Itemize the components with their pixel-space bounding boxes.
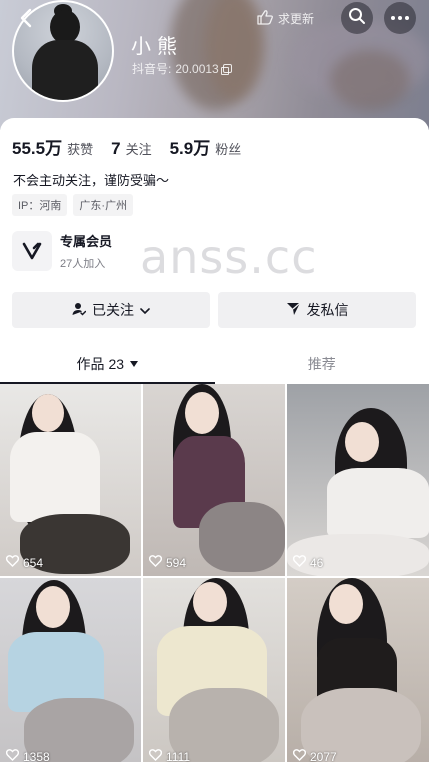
bio-signature: 不会主动关注，谨防受骗～	[13, 173, 170, 188]
like-count: 654	[5, 555, 44, 570]
tab-works[interactable]: 作品 23	[0, 344, 215, 384]
like-count: 46	[292, 555, 324, 570]
video-thumbnail[interactable]: 2077	[287, 578, 429, 762]
more-button[interactable]	[384, 2, 416, 34]
user-check-icon	[72, 302, 87, 319]
followed-button[interactable]: 已关注	[12, 292, 210, 328]
heart-icon	[292, 555, 307, 570]
chevron-left-icon	[19, 8, 33, 33]
like-count: 2077	[292, 749, 337, 762]
like-count: 1111	[148, 749, 191, 762]
watermark-text: anss.cc	[140, 230, 318, 284]
stat-value: 5.9万	[169, 139, 211, 158]
stat-label: 获赞	[67, 142, 94, 157]
like-count-value: 2077	[310, 749, 337, 762]
ip-location-tag: IP：河南	[12, 194, 68, 216]
stat-value: 7	[111, 139, 121, 158]
stat-followers[interactable]: 5.9万 粉丝	[170, 134, 242, 159]
heart-icon	[148, 555, 163, 570]
like-count-value: 46	[310, 555, 324, 570]
douyin-id-value: 20.0013	[175, 61, 219, 76]
content-tabs: 作品 23 推荐	[0, 344, 429, 384]
membership-v-icon	[12, 231, 52, 271]
like-count: 1358	[5, 749, 50, 762]
video-thumbnail[interactable]: 1111	[143, 578, 285, 762]
like-count: 594	[148, 555, 187, 570]
request-update-button[interactable]: 求更新	[246, 5, 324, 31]
video-thumbnail[interactable]: 594	[143, 384, 285, 576]
send-message-button[interactable]: 发私信	[218, 292, 416, 328]
heart-icon	[292, 749, 307, 762]
stats-row: 55.5万 获赞 7 关注 5.9万 粉丝	[12, 134, 259, 159]
paper-plane-icon	[286, 302, 301, 319]
send-message-label: 发私信	[306, 302, 349, 318]
request-update-label: 求更新	[278, 11, 315, 26]
caret-down-icon	[130, 361, 139, 367]
douyin-id-label: 抖音号:	[132, 62, 172, 76]
thumb-hand-icon	[256, 9, 274, 28]
video-thumbnail[interactable]: 46	[287, 384, 429, 576]
more-dots-icon	[391, 16, 409, 20]
chevron-down-icon	[140, 302, 150, 318]
exclusive-membership[interactable]: 专属会员 27人加入	[12, 231, 112, 271]
like-count-value: 1358	[23, 749, 50, 762]
heart-icon	[5, 749, 20, 762]
stat-value: 55.5万	[12, 139, 63, 158]
search-icon	[348, 7, 366, 30]
heart-icon	[148, 749, 163, 762]
heart-icon	[5, 555, 20, 570]
back-button[interactable]	[12, 6, 40, 34]
stat-following[interactable]: 7 关注	[111, 139, 151, 159]
action-buttons: 已关注 发私信	[12, 292, 416, 328]
copy-icon[interactable]	[220, 64, 232, 75]
stat-label: 关注	[125, 142, 152, 157]
nickname: 小熊	[131, 36, 183, 58]
membership-title: 专属会员	[60, 234, 113, 249]
profile-tags: IP：河南 广东·广州	[12, 194, 134, 216]
video-grid: 654 594 46 1358 1111 2077	[0, 384, 429, 762]
like-count-value: 1111	[166, 749, 191, 762]
stat-likes[interactable]: 55.5万 获赞	[12, 134, 93, 159]
profile-card: 55.5万 获赞 7 关注 5.9万 粉丝 不会主动关注，谨防受骗～ IP：河南…	[0, 118, 429, 762]
membership-count: 27人加入	[60, 258, 106, 270]
tab-count: 23	[108, 356, 125, 372]
followed-label: 已关注	[92, 302, 134, 318]
search-button[interactable]	[341, 2, 373, 34]
city-tag: 广东·广州	[73, 194, 134, 216]
tab-label: 推荐	[307, 356, 336, 372]
like-count-value: 654	[23, 555, 44, 570]
douyin-id[interactable]: 抖音号: 20.0013	[132, 60, 232, 77]
video-thumbnail[interactable]: 1358	[0, 578, 141, 762]
like-count-value: 594	[166, 555, 187, 570]
tab-recommend[interactable]: 推荐	[215, 344, 429, 384]
video-thumbnail[interactable]: 654	[0, 384, 141, 576]
tab-label: 作品	[76, 356, 105, 372]
stat-label: 粉丝	[215, 142, 242, 157]
